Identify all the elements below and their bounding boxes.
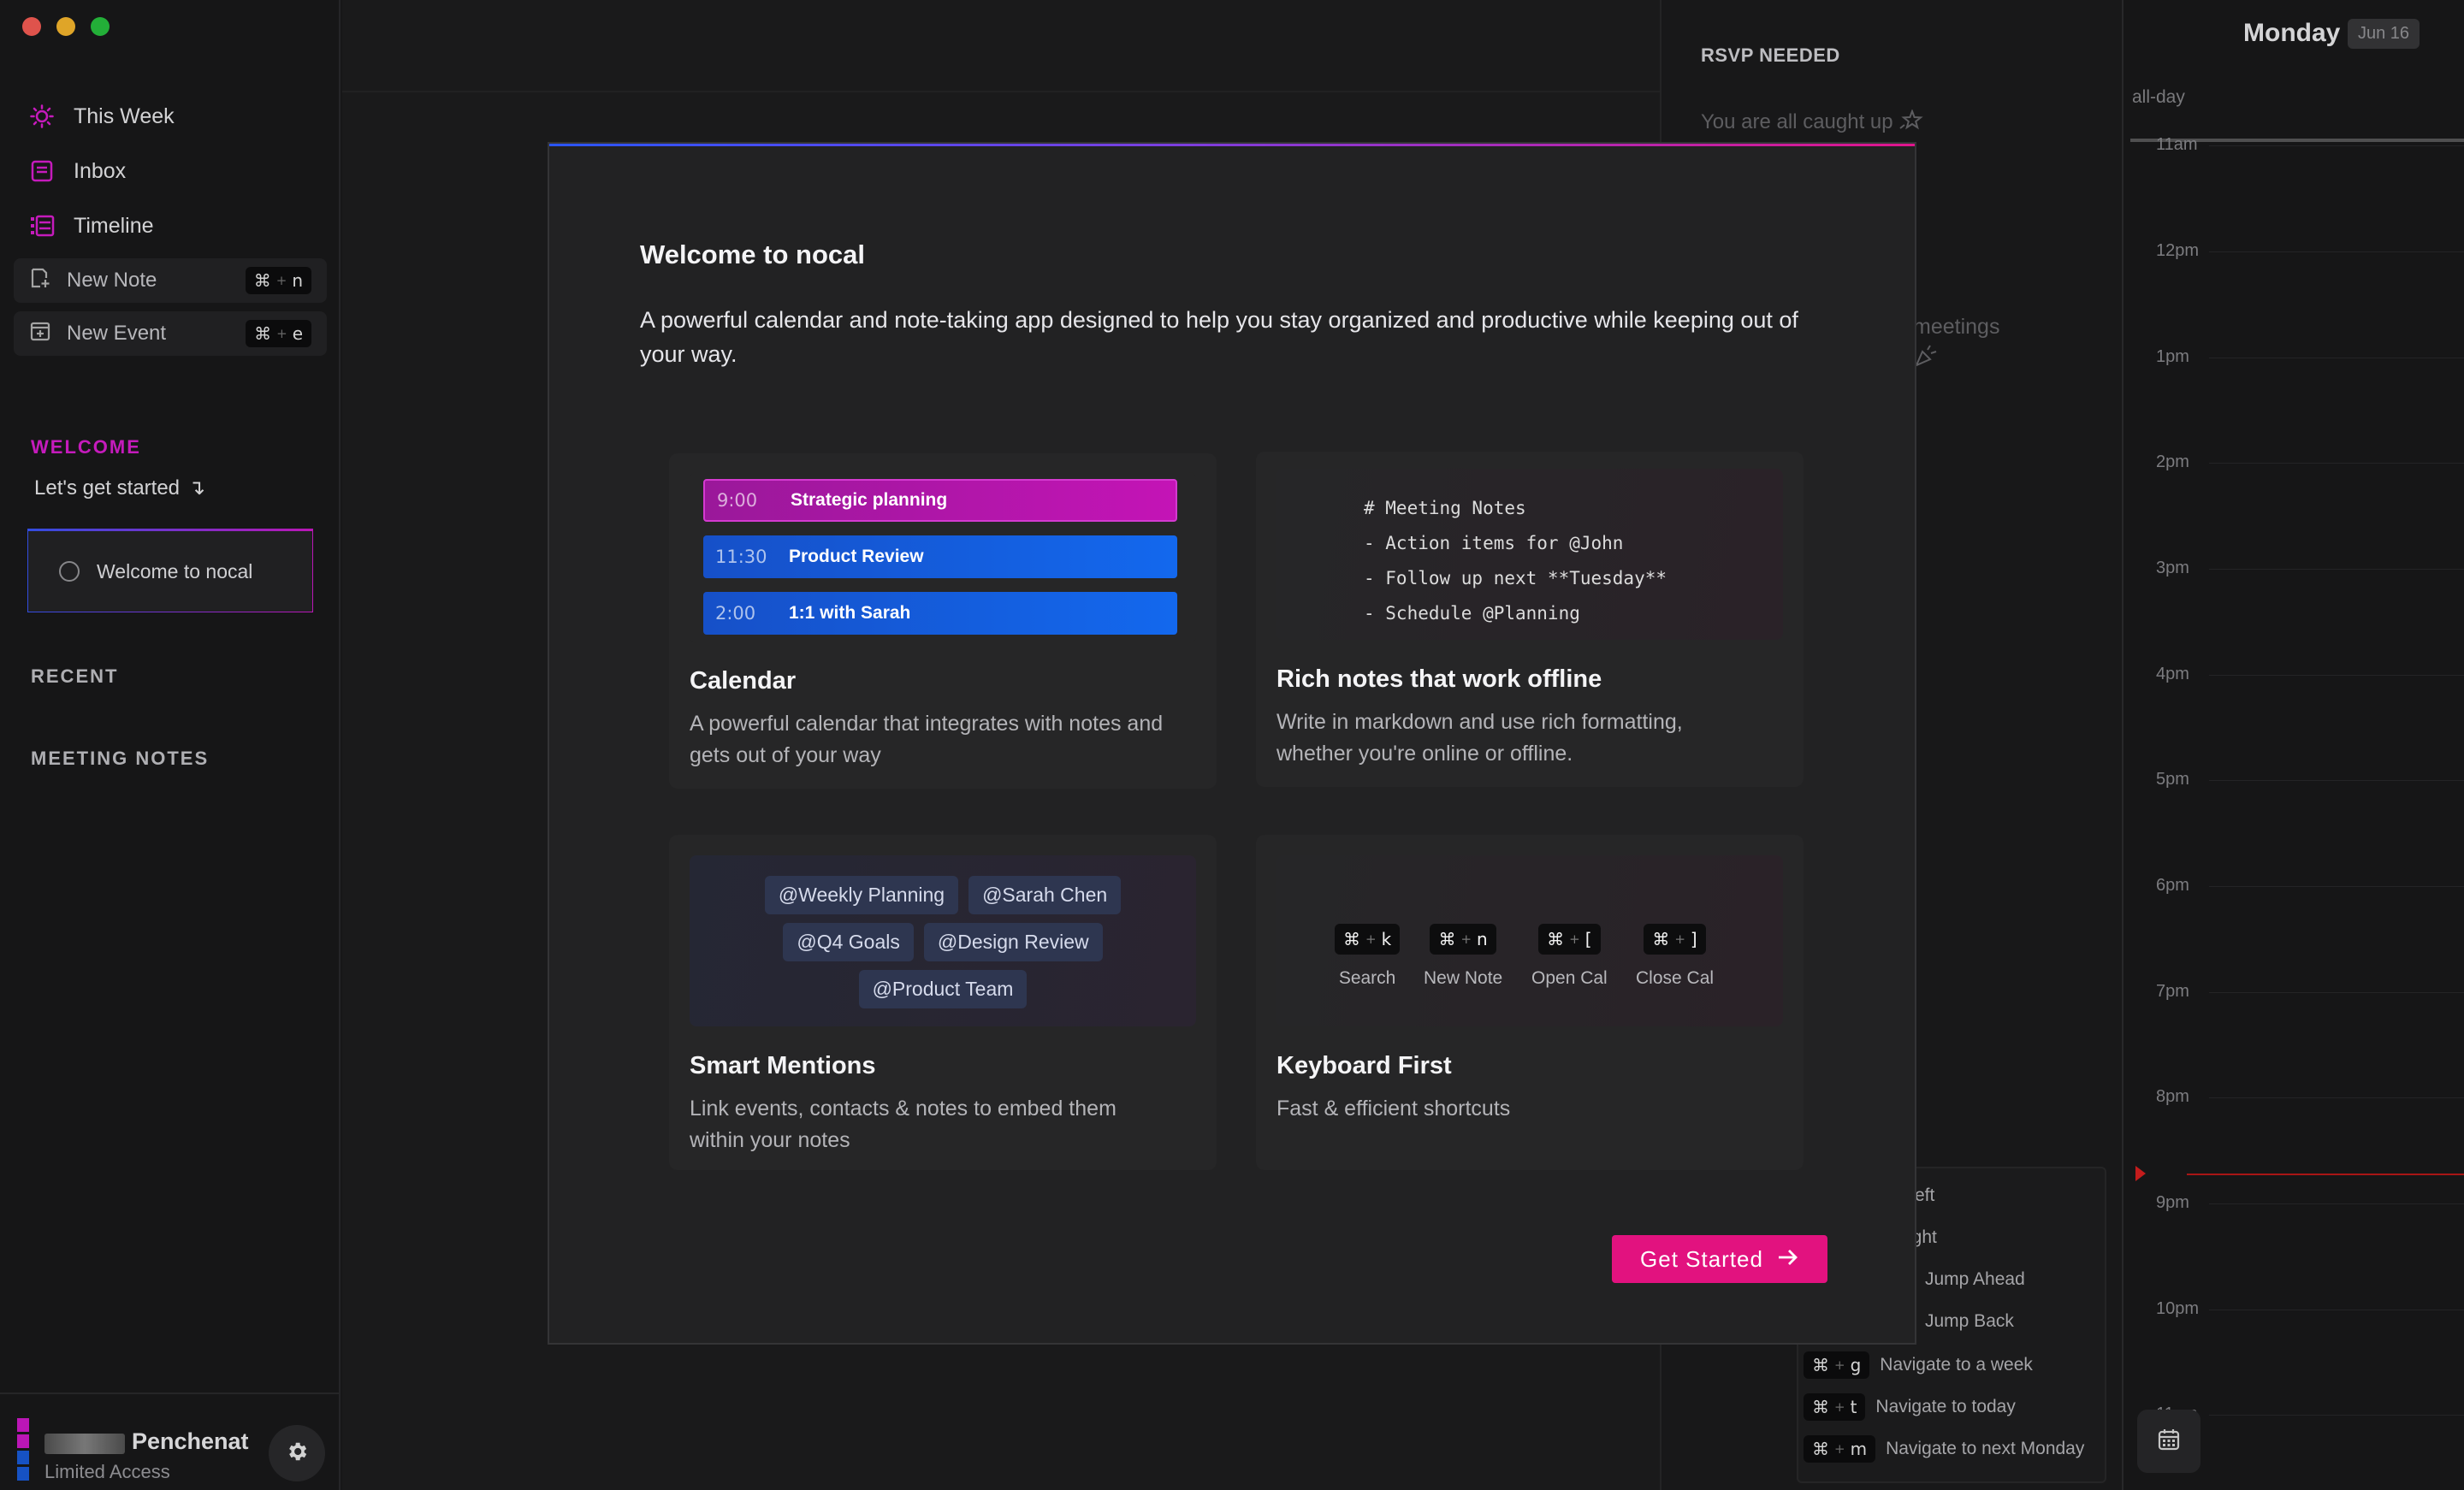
get-started-button[interactable]: Get Started [1612, 1235, 1827, 1283]
preview-event: 11:30 Product Review [703, 535, 1177, 578]
shortcut-example: ⌘ + k Search [1335, 924, 1401, 989]
feature-card-mentions: @Weekly Planning @Sarah Chen @Q4 Goals @… [669, 835, 1217, 1170]
app-window: This Week Inbox Timeline New Note ⌘+n [0, 0, 2464, 1490]
feature-card-keyboard: ⌘ + k Search ⌘ + n New Note ⌘ +[ Open Cal ⌘ +]… [1256, 835, 1804, 1170]
feature-description: Fast & efficient shortcuts [1276, 1097, 1511, 1120]
modal-accent-bar [549, 144, 1915, 146]
feature-title: Smart Mentions [690, 1052, 876, 1079]
mention-tag: @Sarah Chen [968, 876, 1122, 914]
modal-title: Welcome to nocal [640, 239, 865, 269]
calendar-preview: 9:00 Strategic planning 11:30 Product Revi… [690, 472, 1196, 643]
mention-tag: @Weekly Planning [764, 876, 959, 914]
shortcut-example: ⌘ + n New Note [1424, 924, 1502, 989]
keyboard-preview: ⌘ + k Search ⌘ + n New Note ⌘ +[ Open Cal ⌘ +]… [1276, 855, 1783, 1026]
feature-description: Write in markdown and use rich formattin… [1276, 710, 1683, 766]
preview-event: 9:00 Strategic planning [703, 479, 1177, 522]
markdown-sample: # Meeting Notes - Action items for @John -… [1364, 498, 1667, 624]
shortcut-example: ⌘ +] Close Cal [1636, 924, 1714, 989]
mentions-preview: @Weekly Planning @Sarah Chen @Q4 Goals @… [690, 855, 1196, 1026]
welcome-modal: Welcome to nocal A powerful calendar and… [548, 142, 1916, 1345]
feature-card-notes: # Meeting Notes - Action items for @John -… [1256, 452, 1804, 787]
feature-description: A powerful calendar that integrates with… [690, 712, 1164, 767]
mention-tag: @Product Team [858, 970, 1028, 1008]
mention-tag: @Design Review [923, 923, 1103, 961]
feature-card-calendar: 9:00 Strategic planning 11:30 Product Revi… [669, 453, 1217, 789]
notes-preview: # Meeting Notes - Action items for @John -… [1276, 469, 1783, 640]
shortcut-example: ⌘ +[ Open Cal [1531, 924, 1608, 989]
feature-title: Rich notes that work offline [1276, 665, 1602, 693]
get-started-label: Get Started [1640, 1245, 1763, 1272]
mention-tags: @Weekly Planning @Sarah Chen @Q4 Goals @… [690, 876, 1196, 1008]
arrow-right-icon [1777, 1246, 1799, 1273]
feature-title: Calendar [690, 667, 797, 695]
modal-description: A powerful calendar and note-taking app … [640, 307, 1798, 367]
feature-description: Link events, contacts & notes to embed t… [690, 1097, 1116, 1152]
mention-tag: @Q4 Goals [783, 923, 914, 961]
feature-title: Keyboard First [1276, 1052, 1452, 1079]
preview-event: 2:00 1:1 with Sarah [703, 592, 1177, 635]
